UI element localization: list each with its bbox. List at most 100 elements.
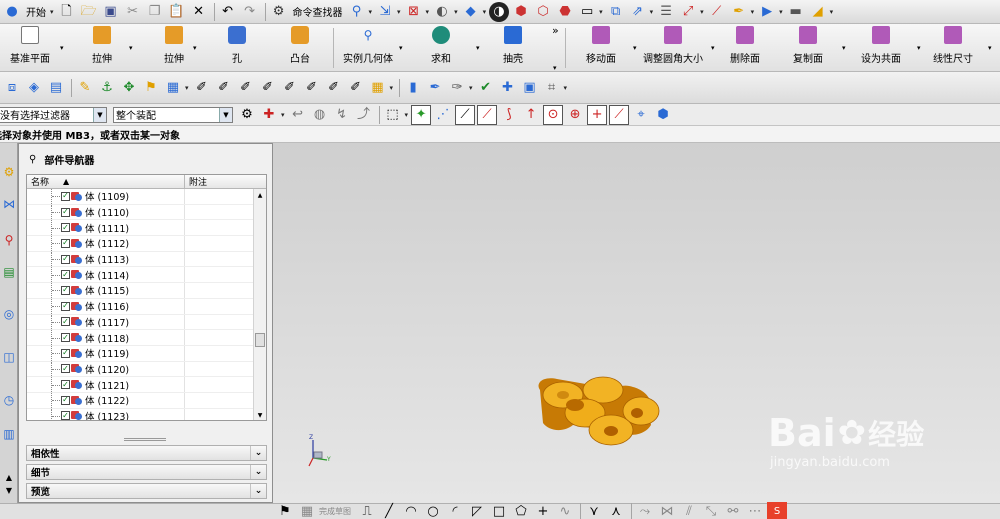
sketch-more-icon[interactable]: ⋯ [745, 502, 765, 519]
render-style-icon[interactable]: ◑ [489, 1, 510, 22]
visibility-checkbox[interactable]: ✓ [61, 380, 70, 390]
snap-point-toggle-icon[interactable]: ✦ [411, 104, 432, 125]
analysis-2-dropdown-arrow[interactable]: ▾ [564, 84, 568, 92]
table-row[interactable]: ✓ 体 (1113) [27, 251, 266, 268]
visibility-checkbox[interactable]: ✓ [61, 191, 70, 201]
paste-icon[interactable]: 📋 [167, 2, 187, 22]
move-face-dropdown[interactable]: ▾ [633, 44, 637, 52]
row-name-cell[interactable]: ✓ 体 (1113) [27, 251, 185, 267]
shaded-icon[interactable]: ⬡ [533, 2, 553, 22]
make-coplanar-button[interactable]: 设为共面 [846, 26, 916, 65]
save-icon[interactable]: ▣ [101, 2, 121, 22]
fit-dropdown-arrow[interactable]: ▾ [426, 8, 430, 16]
command-finder-button[interactable]: 命令查找器 [293, 4, 343, 19]
dimension-dropdown-arrow[interactable]: ▾ [830, 8, 834, 16]
datum-plane-dropdown[interactable]: ▾ [60, 44, 64, 52]
add-component-icon[interactable]: ◈ [24, 78, 44, 98]
sketch-dropdown-arrow[interactable]: ▾ [390, 84, 394, 92]
move-component-icon[interactable]: ✥ [119, 78, 139, 98]
wireframe-icon[interactable]: ⬣ [555, 2, 575, 22]
control-point-icon[interactable]: ⟆ [499, 105, 519, 125]
dimension-2-icon[interactable]: ⤡ [701, 502, 721, 519]
table-row[interactable]: ✓ 体 (1120) [27, 361, 266, 378]
redo-icon[interactable]: ↷ [240, 2, 260, 22]
select-all-icon[interactable]: ✚ [259, 105, 279, 125]
visibility-checkbox[interactable]: ✓ [61, 254, 70, 264]
row-name-cell[interactable]: ✓ 体 (1123) [27, 408, 185, 420]
web-browser-tab-icon[interactable]: ◎ [1, 305, 17, 323]
check-icon[interactable]: ✔ [476, 78, 496, 98]
copy-icon[interactable]: ❐ [145, 2, 165, 22]
intersection-icon[interactable]: ↑ [521, 105, 541, 125]
measure-dropdown-arrow[interactable]: ▾ [751, 8, 755, 16]
sketch-9-icon[interactable]: ▦ [368, 78, 388, 98]
linear-dimension-dropdown[interactable]: ▾ [988, 44, 992, 52]
sketch-plane-icon[interactable]: ▦ [297, 502, 317, 519]
chevron-down-icon[interactable]: ⌄ [250, 465, 266, 479]
section-dropdown-arrow[interactable]: ▾ [650, 8, 654, 16]
clipboard-icon[interactable]: ▣ [520, 78, 540, 98]
clock-tab-icon[interactable]: ◷ [1, 391, 17, 409]
preview-panel-header[interactable]: 预览 ⌄ [26, 483, 267, 499]
table-row[interactable]: ✓ 体 (1116) [27, 298, 266, 315]
pencil-icon[interactable]: ✎ [75, 78, 95, 98]
extend-icon[interactable]: ⋏ [606, 502, 626, 519]
start-dropdown-arrow[interactable]: ▾ [50, 8, 54, 16]
rectangle-icon[interactable]: □ [489, 502, 509, 519]
scroll-down-icon[interactable]: ▼ [1, 481, 17, 499]
vertical-scrollbar[interactable]: ▲ ▼ [253, 189, 266, 420]
pen-icon[interactable]: ✒ [425, 78, 445, 98]
visibility-checkbox[interactable]: ✓ [61, 238, 70, 248]
pin-icon[interactable]: ⚲ [29, 154, 36, 165]
sketch-4-icon[interactable]: ✐ [258, 78, 278, 98]
instance-geometry-button[interactable]: ⚲ 实例几何体 [333, 26, 403, 65]
existing-point-icon[interactable]: + [587, 104, 608, 125]
undo-selection-icon[interactable]: ↩ [288, 105, 308, 125]
rectangle-select-icon[interactable]: ⬚ [383, 105, 403, 125]
table-row[interactable]: ✓ 体 (1110) [27, 204, 266, 221]
visibility-checkbox[interactable]: ✓ [61, 223, 70, 233]
undo-icon[interactable]: ↶ [218, 2, 238, 22]
brush-icon[interactable]: ✑ [447, 78, 467, 98]
select-dropdown-arrow[interactable]: ▾ [281, 111, 285, 119]
assembly-navigator-tab-icon[interactable]: ⋈ [1, 195, 17, 213]
roles-tab-icon[interactable]: ▥ [1, 425, 17, 443]
reference-set-icon[interactable]: ▦ [163, 78, 183, 98]
cut-icon[interactable]: ✂ [123, 2, 143, 22]
boss-button[interactable]: 凸台 [265, 26, 335, 65]
reuse-library-tab-icon[interactable]: ▤ [1, 263, 17, 281]
view-cube-icon[interactable]: ◆ [461, 2, 481, 22]
shaded-edges-icon[interactable]: ⬢ [511, 2, 531, 22]
arc-center-icon[interactable]: ⊙ [543, 104, 564, 125]
circle-icon[interactable]: ○ [423, 502, 443, 519]
wcs-icon[interactable]: ⤢ [678, 2, 698, 22]
snap-dropdown-arrow[interactable]: ▾ [369, 8, 373, 16]
graphics-window[interactable]: Z Y Bai ✿ 经验 jingyan.baidu.com [273, 143, 1000, 503]
sketch-6-icon[interactable]: ✐ [302, 78, 322, 98]
measure-angle-icon[interactable]: ✒ [729, 2, 749, 22]
row-name-cell[interactable]: ✓ 体 (1121) [27, 377, 185, 392]
line-point-icon[interactable]: ⟋ [455, 104, 476, 125]
chamfer-icon[interactable]: ◸ [467, 502, 487, 519]
select-edge-icon[interactable]: ↯ [332, 105, 352, 125]
start-menu-icon[interactable]: ● [2, 2, 22, 22]
column-header-name[interactable]: 名称 ▲ [27, 175, 185, 188]
table-row[interactable]: ✓ 体 (1112) [27, 236, 266, 252]
mirror-icon[interactable]: ⋈ [657, 502, 677, 519]
datum-plane-button[interactable]: 基准平面 [0, 26, 65, 65]
visibility-checkbox[interactable]: ✓ [61, 348, 70, 358]
linear-dimension-button[interactable]: 线性尺寸 [918, 26, 988, 65]
display-constraints-icon[interactable]: ⚯ [723, 502, 743, 519]
start-menu-button[interactable]: 开始 [26, 4, 46, 19]
extrude-button-2[interactable]: 拉伸 [139, 26, 209, 65]
constraint-icon[interactable]: ⚓ [97, 78, 117, 98]
visibility-checkbox[interactable]: ✓ [61, 317, 70, 327]
visibility-checkbox[interactable]: ✓ [61, 301, 70, 311]
row-name-cell[interactable]: ✓ 体 (1117) [27, 314, 185, 330]
shell-dropdown[interactable]: ▾ [553, 64, 557, 72]
mate-icon[interactable]: ⚑ [141, 78, 161, 98]
finish-sketch-flag-icon[interactable]: ⚑ [275, 502, 295, 519]
chevron-down-icon[interactable]: ⌄ [250, 484, 266, 498]
row-name-cell[interactable]: ✓ 体 (1109) [27, 189, 185, 204]
row-name-cell[interactable]: ✓ 体 (1110) [27, 204, 185, 220]
